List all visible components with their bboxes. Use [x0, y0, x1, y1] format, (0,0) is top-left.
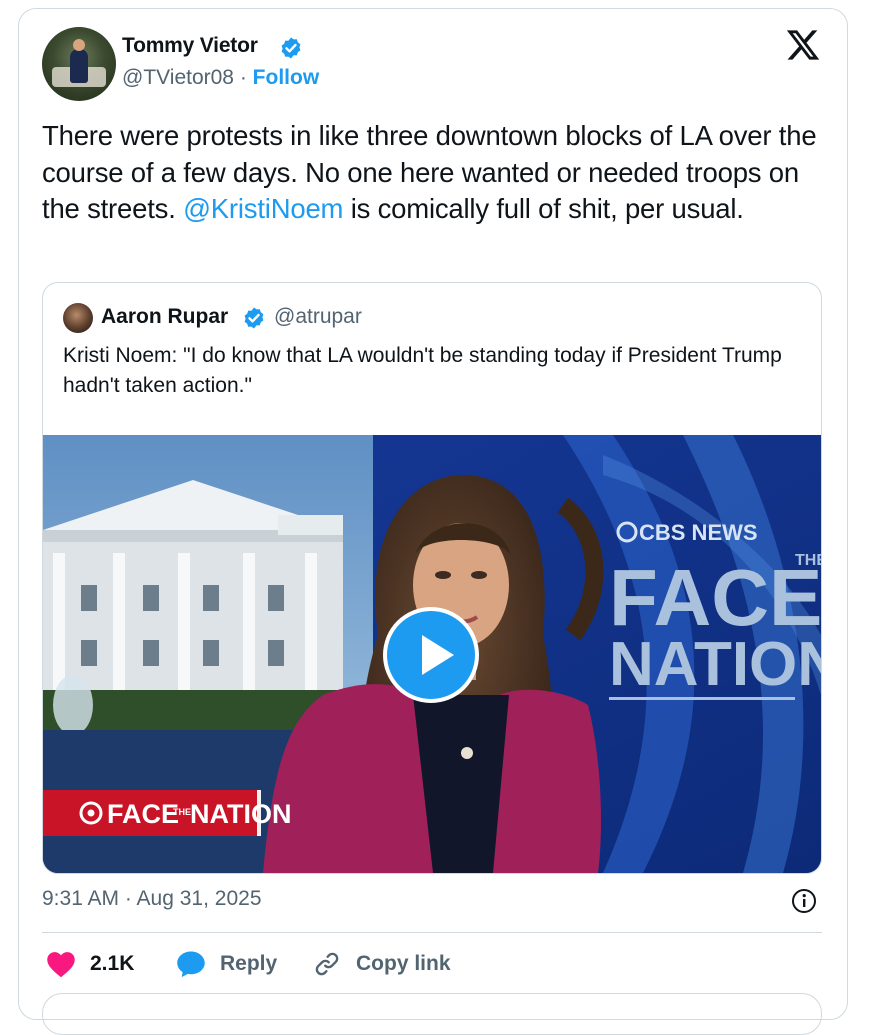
- quoted-name[interactable]: Aaron Rupar: [101, 305, 228, 329]
- author-handle-row: @TVietor08 · Follow: [122, 66, 319, 90]
- follow-button[interactable]: Follow: [253, 66, 320, 89]
- cbs-news-logo: CBS NEWS: [639, 520, 758, 545]
- like-count: 2.1K: [90, 952, 135, 975]
- show-title-nation: NATION: [609, 630, 821, 699]
- show-title-face: FACE: [609, 553, 821, 642]
- separator-dot: ·: [239, 66, 247, 89]
- video-player[interactable]: CBS NEWS FACE NATION THE FACE THE NATION: [43, 435, 821, 873]
- author-handle[interactable]: @TVietor08: [122, 66, 234, 89]
- like-button[interactable]: 2.1K: [46, 948, 134, 980]
- quoted-text: Kristi Noem: "I do know that LA wouldn't…: [63, 344, 782, 397]
- verified-badge-icon: [244, 307, 264, 329]
- reply-label: Reply: [220, 952, 278, 975]
- author-avatar[interactable]: [42, 27, 116, 101]
- verified-badge-icon: [281, 37, 301, 59]
- mention-link[interactable]: @KristiNoem: [183, 193, 343, 224]
- lower-third-face: FACE: [107, 799, 179, 829]
- author-name[interactable]: Tommy Vietor: [122, 34, 258, 58]
- tweet-timestamp[interactable]: 9:31 AM · Aug 31, 2025: [42, 887, 262, 911]
- lower-third-nation: NATION: [190, 799, 292, 829]
- quoted-avatar[interactable]: [63, 303, 93, 333]
- tweet-text: There were protests in like three downto…: [42, 118, 832, 228]
- reply-button[interactable]: Reply: [176, 948, 277, 980]
- heart-icon: [47, 952, 75, 978]
- read-replies-button[interactable]: [42, 993, 822, 1035]
- link-icon: [315, 952, 339, 976]
- x-logo-icon[interactable]: [785, 27, 821, 63]
- copy-link-button[interactable]: Copy link: [312, 948, 451, 980]
- play-icon[interactable]: [383, 607, 479, 703]
- quoted-tweet[interactable]: Aaron Rupar @atrupar Kristi Noem: "I do …: [42, 282, 822, 874]
- copy-link-label: Copy link: [356, 952, 451, 975]
- quoted-handle[interactable]: @atrupar: [274, 305, 362, 329]
- show-title-the: THE: [795, 552, 821, 569]
- tweet-text-part2: is comically full of shit, per usual.: [343, 193, 744, 224]
- info-icon[interactable]: [791, 888, 817, 914]
- reply-bubble-icon: [177, 951, 205, 978]
- divider: [42, 932, 822, 933]
- lower-third-the: THE: [173, 807, 191, 817]
